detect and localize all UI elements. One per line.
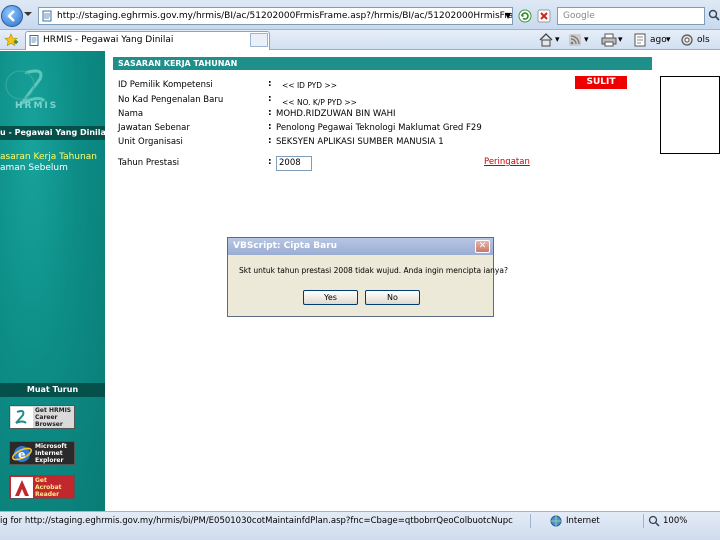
status-text: ig for http://staging.eghrmis.gov.my/hrm… [0, 516, 513, 526]
colon: : [268, 108, 272, 118]
print-dropdown[interactable]: ▾ [618, 33, 623, 47]
tab-hrmis[interactable]: HRMIS - Pegawai Yang Dinilai [25, 31, 270, 50]
page-icon [42, 10, 52, 22]
internet-explorer-icon: e [11, 446, 33, 462]
sidebar-download-header: Muat Turun [0, 383, 105, 397]
forward-dropdown-button[interactable] [24, 5, 34, 27]
promo-text: Get HRMIS Career Browser History [35, 407, 72, 428]
field-value: SEKSYEN APLIKASI SUMBER MANUSIA 1 [276, 137, 444, 147]
field-value: MOHD.RIDZUWAN BIN WAHI [276, 109, 396, 119]
field-label: Nama [118, 109, 144, 119]
zoom-icon[interactable] [648, 515, 660, 527]
promo-text: Microsoft Internet Explorer [35, 443, 67, 464]
address-dropdown-button[interactable]: ▼ [502, 8, 514, 24]
page-icon [29, 35, 39, 46]
internet-globe-icon [550, 515, 562, 527]
print-icon[interactable] [601, 32, 617, 48]
page-menu[interactable]: ago [650, 33, 667, 47]
field-label: No Kad Pengenalan Baru [118, 95, 224, 105]
new-tab-button[interactable] [250, 33, 268, 47]
tab-title: HRMIS - Pegawai Yang Dinilai [43, 35, 174, 45]
promo-hrmis-history[interactable]: Get HRMIS Career Browser History [9, 405, 75, 429]
page-menu-icon[interactable] [632, 32, 648, 48]
colon: : [268, 136, 272, 146]
year-input[interactable]: 2008 [276, 156, 312, 171]
search-placeholder: Google [563, 11, 595, 21]
status-separator [530, 514, 531, 528]
dialog-close-button[interactable]: ✕ [475, 240, 490, 253]
promo-internet-explorer[interactable]: e Microsoft Internet Explorer [9, 441, 75, 465]
zoom-level[interactable]: 100% [663, 516, 687, 526]
back-button[interactable] [1, 5, 23, 27]
photo-placeholder [660, 76, 720, 154]
year-label: Tahun Prestasi [118, 158, 180, 168]
colon: : [268, 157, 272, 167]
field-value: << NO. K/P PYD >> [282, 98, 357, 107]
status-bar: ig for http://staging.eghrmis.gov.my/hrm… [0, 511, 720, 540]
field-value: Penolong Pegawai Teknologi Maklumat Gred… [276, 123, 482, 133]
rss-feed-icon[interactable] [567, 32, 583, 48]
no-button[interactable]: No [365, 290, 420, 305]
colon: : [268, 94, 272, 104]
warning-link[interactable]: Peringatan [484, 157, 530, 167]
favorites-star-icon[interactable] [4, 33, 18, 47]
classification-badge: SULIT [575, 76, 627, 89]
page-menu-dropdown[interactable]: ▾ [666, 33, 671, 47]
sidebar-link-sasaran[interactable]: asaran Kerja Tahunan [0, 152, 97, 162]
svg-text:e: e [18, 448, 25, 461]
refresh-icon[interactable] [518, 9, 532, 23]
home-icon[interactable] [538, 32, 554, 48]
adobe-acrobat-icon [11, 477, 33, 498]
field-value: << ID PYD >> [282, 81, 337, 90]
search-input[interactable]: Google [557, 7, 705, 25]
promo-acrobat-reader[interactable]: Get Acrobat Reader [9, 475, 75, 499]
colon: : [268, 122, 272, 132]
sidebar-link-halaman-sebelum[interactable]: aman Sebelum [0, 163, 68, 173]
back-arrow-icon [7, 10, 15, 22]
field-label: Jawatan Sebenar [118, 123, 190, 133]
browser-address-row: http://staging.eghrmis.gov.my/hrmis/BI/a… [0, 0, 720, 30]
page-viewport: HRMIS u - Pegawai Yang Dinilai asaran Ke… [0, 51, 720, 511]
hrmis-logo-icon [5, 69, 46, 107]
stop-icon[interactable] [537, 9, 551, 23]
field-label: Unit Organisasi [118, 137, 183, 147]
sidebar-section-header: u - Pegawai Yang Dinilai [0, 126, 105, 140]
dialog-message: Skt untuk tahun prestasi 2008 tidak wuju… [239, 266, 508, 275]
address-bar[interactable]: http://staging.eghrmis.gov.my/hrmis/BI/a… [38, 7, 513, 25]
colon: : [268, 79, 272, 89]
sidebar: HRMIS u - Pegawai Yang Dinilai asaran Ke… [0, 51, 105, 511]
hrmis-logo-icon [11, 407, 33, 428]
browser-tab-row: HRMIS - Pegawai Yang Dinilai ▾ ▾ ▾ ago ▾… [0, 30, 720, 50]
promo-text: Get Acrobat Reader [35, 477, 62, 498]
address-url: http://staging.eghrmis.gov.my/hrmis/BI/a… [57, 11, 513, 21]
feed-dropdown[interactable]: ▾ [584, 33, 589, 47]
dialog-title: VBScript: Cipta Baru [228, 238, 493, 255]
logo-text: HRMIS [15, 101, 59, 111]
tools-menu[interactable]: ols [697, 33, 710, 47]
vbscript-dialog: VBScript: Cipta Baru ✕ Skt untuk tahun p… [227, 237, 508, 317]
security-zone: Internet [566, 516, 600, 526]
yes-button[interactable]: Yes [303, 290, 358, 305]
field-label: ID Pemilik Kompetensi [118, 80, 213, 90]
page-title: SASARAN KERJA TAHUNAN [113, 57, 652, 70]
tools-gear-icon[interactable] [679, 32, 695, 48]
chevron-down-icon [24, 12, 32, 16]
status-separator [643, 514, 644, 528]
home-dropdown[interactable]: ▾ [555, 33, 560, 47]
search-icon[interactable] [708, 9, 720, 21]
